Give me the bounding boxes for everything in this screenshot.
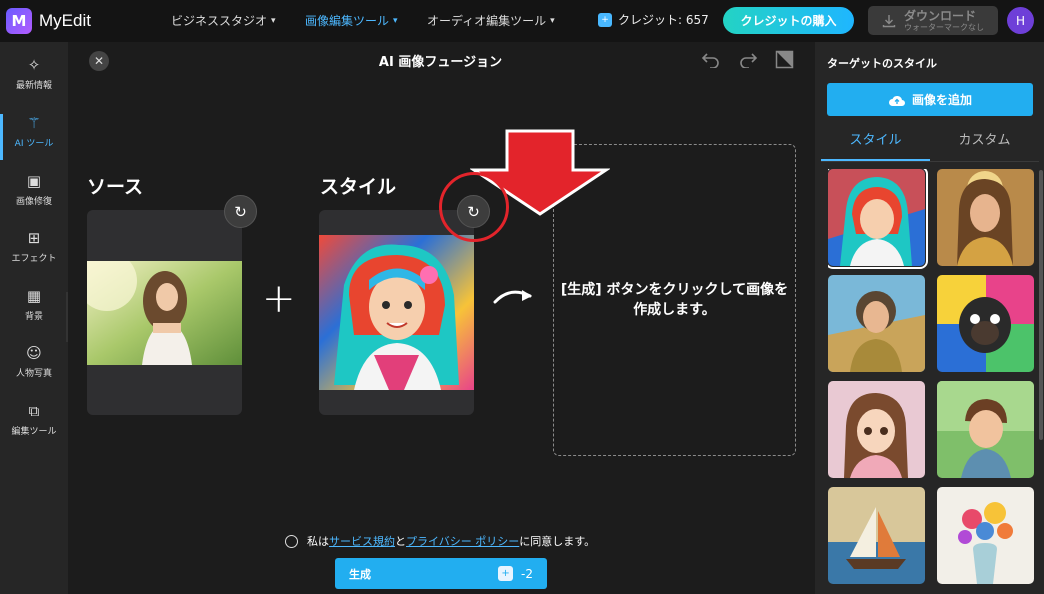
style-thumb-cartoon-girl[interactable]: [828, 381, 925, 478]
sidebar-item-label: 画像修復: [15, 197, 52, 207]
logo[interactable]: M MyEdit: [6, 8, 91, 34]
sidebar-item-label: AI ツール: [14, 139, 54, 149]
undo-icon[interactable]: [701, 50, 721, 73]
generate-button[interactable]: 生成 + -2: [335, 558, 547, 589]
thumbnail-scrollbar[interactable]: [1039, 170, 1043, 440]
credit-gem-icon: +: [498, 566, 514, 581]
style-card[interactable]: [319, 210, 474, 415]
agree-prefix: 私は: [307, 535, 329, 548]
sidebar-item-portrait[interactable]: ☺ 人物写真: [0, 344, 68, 379]
sidebar-item-effects[interactable]: ⊞ エフェクト: [0, 229, 68, 264]
plus-icon: +: [262, 276, 296, 322]
sidebar-item-edit-tools[interactable]: ⧉ 編集ツール: [0, 402, 68, 437]
cloud-upload-icon: [888, 95, 905, 106]
effects-icon: ⊞: [27, 229, 41, 247]
sparkle-icon: ✧: [27, 56, 41, 74]
page-title: AI 画像フュージョン: [378, 55, 503, 70]
style-label: スタイル: [320, 176, 397, 198]
generate-label: 生成: [349, 567, 371, 581]
nav-label: ビジネススタジオ: [171, 14, 268, 28]
agree-suffix: に同意します。: [519, 535, 596, 548]
main-workspace: ✕ AI 画像フュージョン ソース スタイル ↻ + ↻ [生成] ボタンをクリ…: [68, 42, 815, 594]
style-thumb-cartoon-boy[interactable]: [937, 381, 1034, 478]
sidebar-item-background[interactable]: ▦ 背景: [0, 287, 68, 322]
nav-label: オーディオ編集ツール: [427, 14, 547, 28]
sidebar-item-label: エフェクト: [11, 254, 57, 264]
download-icon: [882, 14, 896, 27]
logo-text: MyEdit: [39, 11, 91, 30]
edit-tools-icon: ⧉: [28, 402, 40, 420]
credit-gem-icon: +: [598, 12, 612, 27]
logo-mark: M: [6, 8, 32, 34]
redo-icon[interactable]: [738, 50, 758, 73]
sidebar-item-label: 最新情報: [15, 81, 52, 91]
style-thumb-sailboat-painting[interactable]: [828, 487, 925, 584]
source-card[interactable]: [87, 210, 242, 415]
avatar[interactable]: H: [1007, 7, 1034, 34]
close-button[interactable]: ✕: [89, 51, 109, 71]
source-label: ソース: [87, 176, 144, 198]
style-thumb-colorful-anime-girl[interactable]: [828, 169, 928, 269]
compare-icon[interactable]: [775, 50, 794, 74]
sidebar: ✧ 最新情報 ⚚ AI ツール ▣ 画像修復 ⊞ エフェクト ▦ 背景 ☺ 人物…: [0, 42, 68, 594]
generate-cost: + -2: [498, 566, 533, 581]
style-thumb-pilot-woman[interactable]: [828, 275, 925, 372]
sidebar-item-label: 編集ツール: [11, 427, 57, 437]
tab-style[interactable]: スタイル: [821, 126, 930, 161]
download-label: ダウンロード: [904, 8, 977, 23]
nav-label: 画像編集ツール: [305, 14, 390, 28]
nav-image-edit-tools[interactable]: 画像編集ツール ▾: [305, 12, 398, 29]
nav-audio-edit-tools[interactable]: オーディオ編集ツール ▾: [427, 12, 555, 29]
source-reset-button[interactable]: ↻: [224, 195, 257, 228]
right-panel-title: ターゲットのスタイル: [827, 57, 937, 70]
chevron-down-icon: ▾: [271, 15, 276, 26]
annotation-circle: [439, 172, 509, 242]
chevron-down-icon: ▾: [550, 15, 555, 26]
sidebar-item-whats-new[interactable]: ✧ 最新情報: [0, 56, 68, 91]
nav-business-studio[interactable]: ビジネススタジオ ▾: [171, 12, 276, 29]
download-button[interactable]: ダウンロード ウォーターマークなし: [868, 6, 998, 35]
style-thumb-golden-goddess[interactable]: [937, 169, 1034, 266]
arrow-right-icon: [493, 290, 532, 304]
generate-cost-value: -2: [521, 566, 533, 581]
result-hint-text: [生成] ボタンをクリックして画像を作成します。: [560, 281, 789, 318]
style-thumb-pop-art-pug[interactable]: [937, 275, 1034, 372]
style-thumbnail-grid: [828, 169, 1034, 589]
add-image-label: 画像を追加: [911, 93, 972, 107]
sidebar-item-label: 背景: [24, 312, 43, 322]
chevron-down-icon: ▾: [393, 15, 398, 26]
close-icon: ✕: [93, 54, 105, 68]
sidebar-item-ai-tools[interactable]: ⚚ AI ツール: [0, 114, 68, 149]
agree-and: と: [395, 535, 406, 548]
source-photo: [87, 261, 242, 365]
credits-label: クレジット: 657: [618, 13, 709, 27]
terms-link[interactable]: サービス規約: [329, 533, 395, 549]
style-tabs: スタイル カスタム: [821, 126, 1039, 162]
credit-display: + クレジット: 657: [598, 11, 709, 28]
sidebar-item-image-repair[interactable]: ▣ 画像修復: [0, 172, 68, 207]
download-sub-label: ウォーターマークなし: [904, 22, 984, 32]
image-repair-icon: ▣: [26, 172, 42, 190]
style-thumb-flower-vase[interactable]: [937, 487, 1034, 584]
add-image-button[interactable]: 画像を追加: [827, 83, 1033, 116]
magic-wand-icon: ⚚: [27, 114, 41, 132]
portrait-icon: ☺: [26, 344, 42, 362]
buy-credits-button[interactable]: クレジットの購入: [723, 7, 854, 34]
agree-radio[interactable]: [285, 534, 298, 548]
right-panel: ターゲットのスタイル 画像を追加 スタイル カスタム: [815, 42, 1044, 594]
top-bar: M MyEdit ビジネススタジオ ▾ 画像編集ツール ▾ オーディオ編集ツール ▾ …: [0, 0, 1044, 42]
privacy-link[interactable]: プライバシー ポリシー: [406, 533, 519, 549]
style-photo: [319, 235, 474, 390]
background-icon: ▦: [26, 287, 42, 305]
terms-agreement: 私は サービス規約 と プライバシー ポリシー に同意します。: [285, 533, 595, 549]
sidebar-item-label: 人物写真: [15, 369, 52, 379]
reset-icon: ↻: [234, 202, 247, 221]
tab-custom[interactable]: カスタム: [930, 126, 1039, 161]
